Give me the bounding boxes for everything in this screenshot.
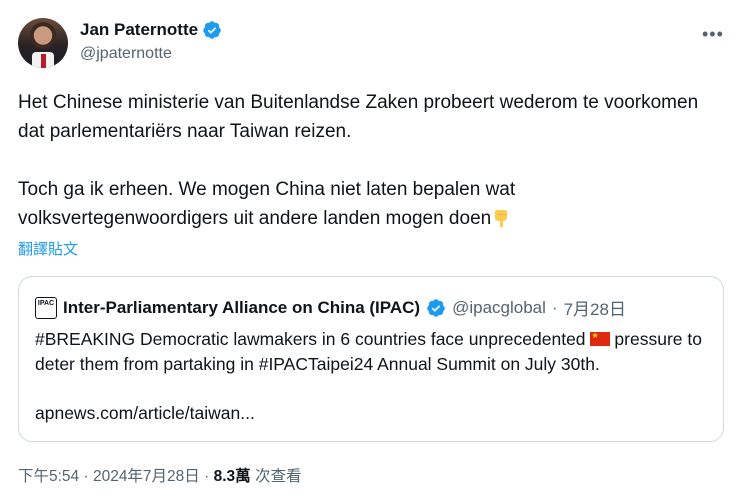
backhand-index-pointing-down-icon bbox=[495, 210, 508, 228]
quote-separator: · bbox=[551, 297, 558, 317]
ipac-logo-icon: IPAC bbox=[35, 296, 57, 319]
tweet-date[interactable]: 2024年7月28日 bbox=[93, 468, 200, 485]
quote-header: IPAC Inter-Parliamentary Alliance on Chi… bbox=[35, 295, 626, 320]
quoted-tweet-card[interactable]: IPAC Inter-Parliamentary Alliance on Chi… bbox=[18, 276, 724, 442]
china-flag-icon bbox=[589, 332, 610, 346]
quote-date[interactable]: 7月28日 bbox=[564, 295, 626, 320]
footer-separator: · bbox=[199, 468, 214, 485]
quote-text: #BREAKING Democratic lawmakers in 6 coun… bbox=[35, 327, 715, 377]
tweet-time[interactable]: 下午5:54 bbox=[18, 468, 79, 485]
quote-author-handle[interactable]: @ipacglobal bbox=[452, 298, 546, 318]
tweet-body: Het Chinese ministerie van Buitenlandse … bbox=[18, 88, 718, 233]
tweet-text: Het Chinese ministerie van Buitenlandse … bbox=[18, 92, 699, 229]
tweet-footer: 下午5:54 · 2024年7月28日 · 8.3萬 次查看 bbox=[18, 464, 301, 486]
footer-separator: · bbox=[79, 468, 93, 485]
verified-badge-icon bbox=[203, 21, 221, 39]
author-name-row[interactable]: Jan Paternotte bbox=[80, 20, 222, 40]
views-label: 次查看 bbox=[250, 468, 302, 485]
avatar-tie bbox=[41, 54, 46, 68]
quote-link[interactable]: apnews.com/article/taiwan... bbox=[35, 403, 255, 424]
author-avatar[interactable] bbox=[18, 18, 68, 68]
more-options-icon[interactable]: ••• bbox=[702, 24, 724, 45]
author-handle[interactable]: @jpaternotte bbox=[80, 45, 172, 63]
verified-badge-icon bbox=[427, 298, 445, 317]
translate-post-link[interactable]: 翻譯貼文 bbox=[18, 238, 78, 259]
quote-text-line1: #BREAKING Democratic lawmakers in 6 coun… bbox=[35, 329, 586, 349]
quote-author-name[interactable]: Inter-Parliamentary Alliance on China (I… bbox=[63, 298, 420, 318]
views-count[interactable]: 8.3萬 bbox=[214, 468, 251, 485]
author-name[interactable]: Jan Paternotte bbox=[80, 20, 198, 40]
